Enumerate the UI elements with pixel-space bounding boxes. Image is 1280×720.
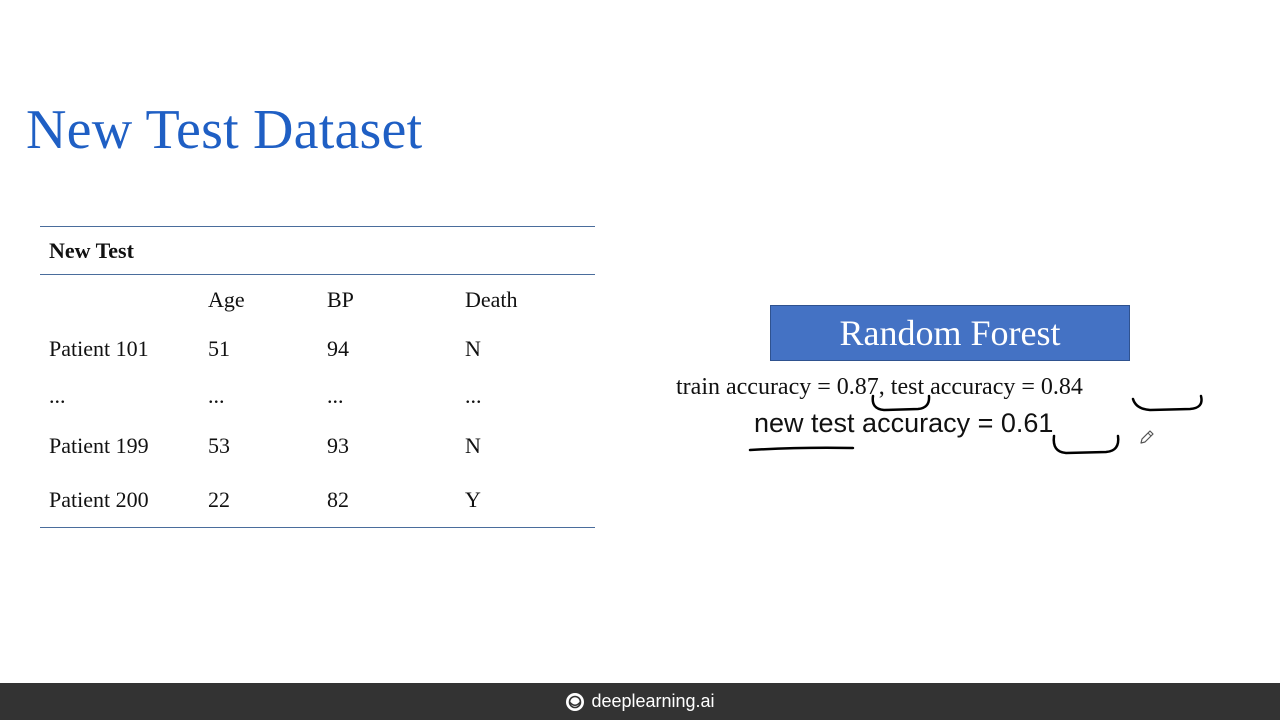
train-accuracy-value: 0.87 — [836, 374, 879, 400]
test-accuracy-label: test accuracy = — [890, 374, 1041, 400]
column-header-death: Death — [465, 287, 518, 312]
metric-separator: , — [878, 374, 891, 400]
new-test-accuracy: new test accuracy = 0.61 — [754, 408, 1053, 439]
underline-new-test — [748, 446, 855, 452]
cell-age: 51 — [208, 335, 230, 361]
new-test-accuracy-value: 0.61 — [1000, 408, 1054, 438]
cell-bp: 93 — [327, 433, 349, 458]
column-header-age: Age — [208, 287, 245, 312]
test-accuracy-value: 0.84 — [1040, 374, 1083, 400]
cell-bp: ... — [327, 382, 344, 408]
table-row: Patient 199 53 93 N — [40, 419, 595, 473]
cell-age: 53 — [208, 433, 230, 458]
table-caption: New Test — [40, 226, 595, 275]
cell-age: ... — [208, 382, 225, 408]
bracket-new-test-accuracy — [1052, 434, 1120, 455]
cell-death: ... — [465, 382, 482, 408]
cell-patient: Patient 200 — [40, 473, 199, 528]
cell-death: Y — [456, 473, 595, 528]
column-header-bp: BP — [327, 287, 354, 312]
accuracy-metrics: train accuracy = 0.87, test accuracy = 0… — [676, 374, 1083, 401]
slide-title: New Test Dataset — [26, 99, 423, 161]
cell-bp: 94 — [327, 335, 349, 361]
pen-cursor-icon — [1140, 430, 1154, 444]
footer-bar: deeplearning.ai — [0, 683, 1280, 720]
new-test-accuracy-label: new test accuracy = — [754, 408, 1001, 438]
patient-table: New Test Age BP Death Patient 101 51 94 … — [40, 226, 595, 528]
model-box: Random Forest — [770, 305, 1130, 361]
table-caption-row: New Test — [40, 226, 595, 275]
cell-patient: Patient 199 — [49, 433, 149, 458]
cell-death: N — [465, 433, 481, 458]
footer-brand: deeplearning.ai — [591, 691, 715, 711]
table-row: Patient 200 22 82 Y — [40, 473, 595, 528]
cell-patient: ... — [49, 382, 66, 408]
deeplearning-logo-icon — [566, 692, 585, 711]
bracket-test-accuracy — [1131, 394, 1203, 412]
table-row: ... ... ... ... — [40, 372, 595, 419]
cell-age: 22 — [199, 473, 318, 528]
table-header-row: Age BP Death — [40, 275, 595, 326]
table-row: Patient 101 51 94 N — [40, 325, 595, 372]
train-accuracy-label: train accuracy = — [676, 374, 837, 400]
cell-patient: Patient 101 — [49, 335, 149, 361]
cell-bp: 82 — [318, 473, 456, 528]
model-name: Random Forest — [839, 313, 1061, 353]
column-header-patient — [40, 275, 199, 326]
cell-death: N — [465, 335, 481, 361]
